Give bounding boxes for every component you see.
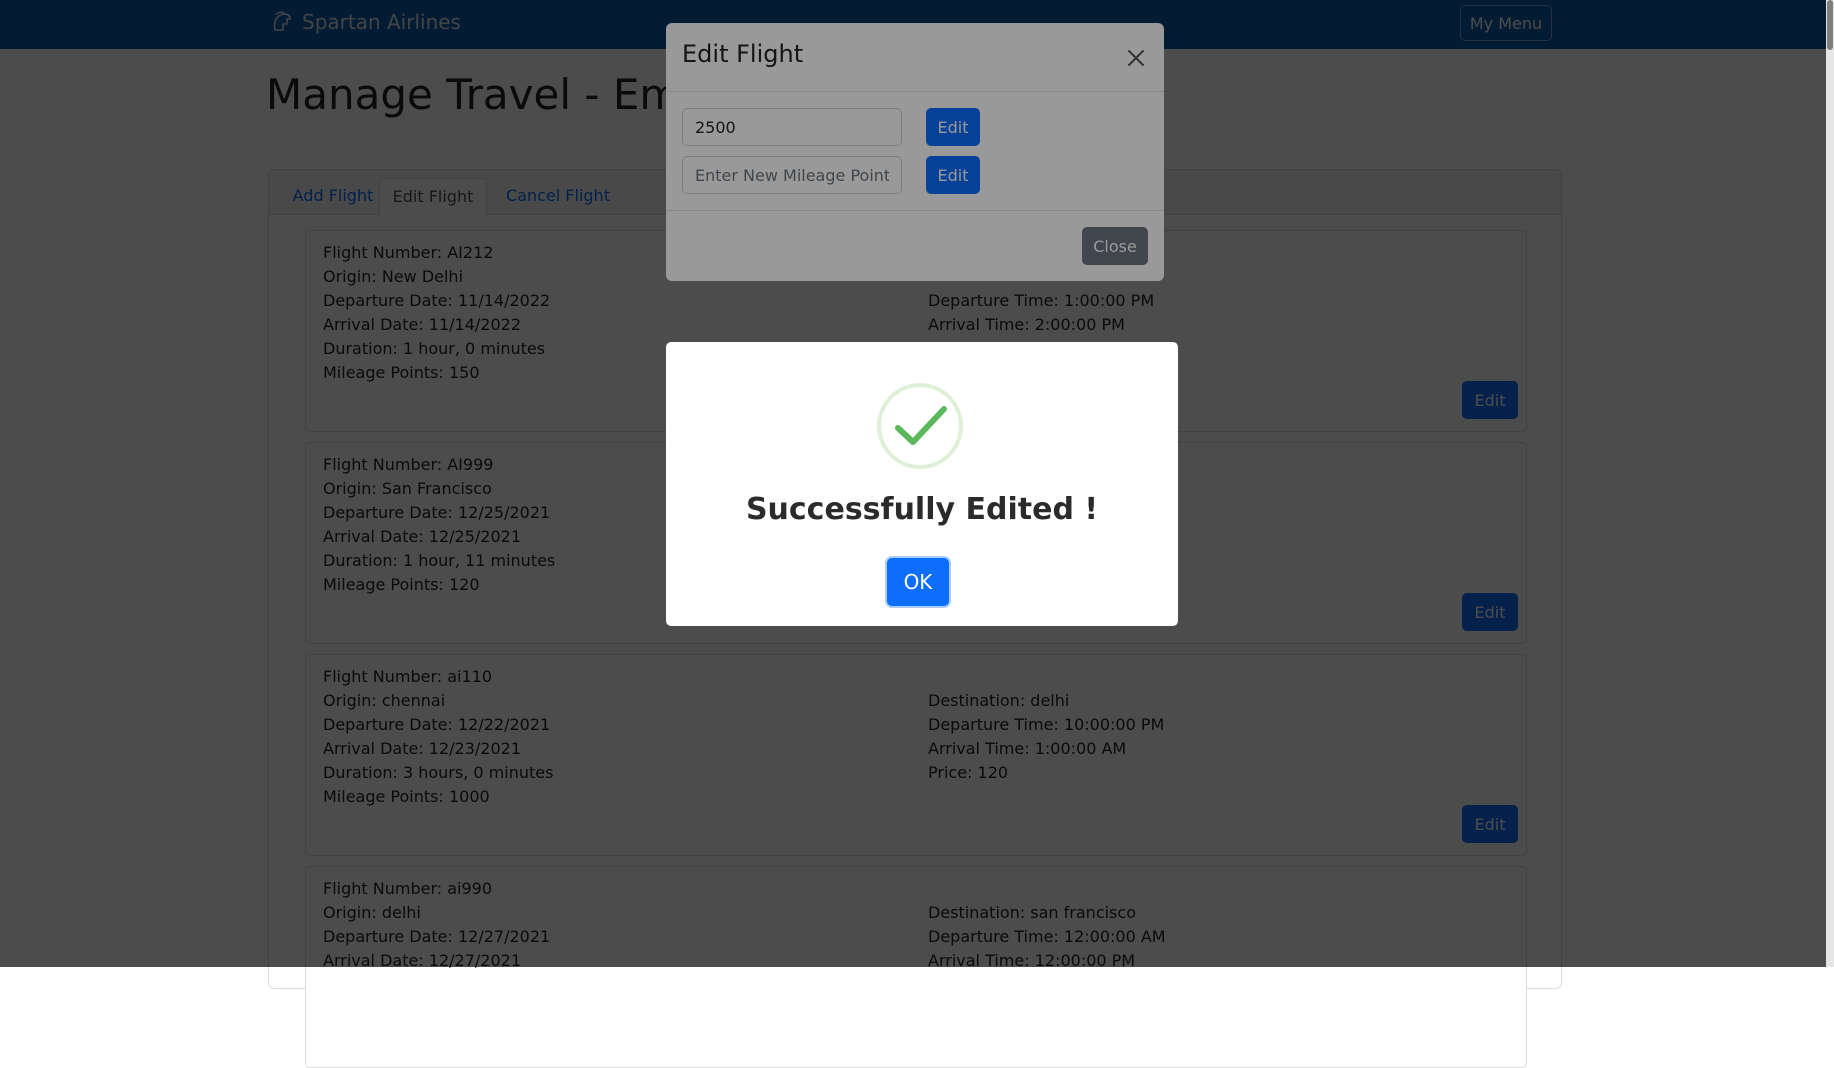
alert-title: Successfully Edited ! [745, 492, 1099, 527]
success-alert: Successfully Edited ! OK [666, 342, 1178, 626]
scrollbar-thumb[interactable] [1827, 0, 1833, 50]
success-check-icon [877, 383, 963, 469]
ok-button[interactable]: OK [887, 558, 949, 606]
scrollbar[interactable] [1826, 0, 1834, 967]
